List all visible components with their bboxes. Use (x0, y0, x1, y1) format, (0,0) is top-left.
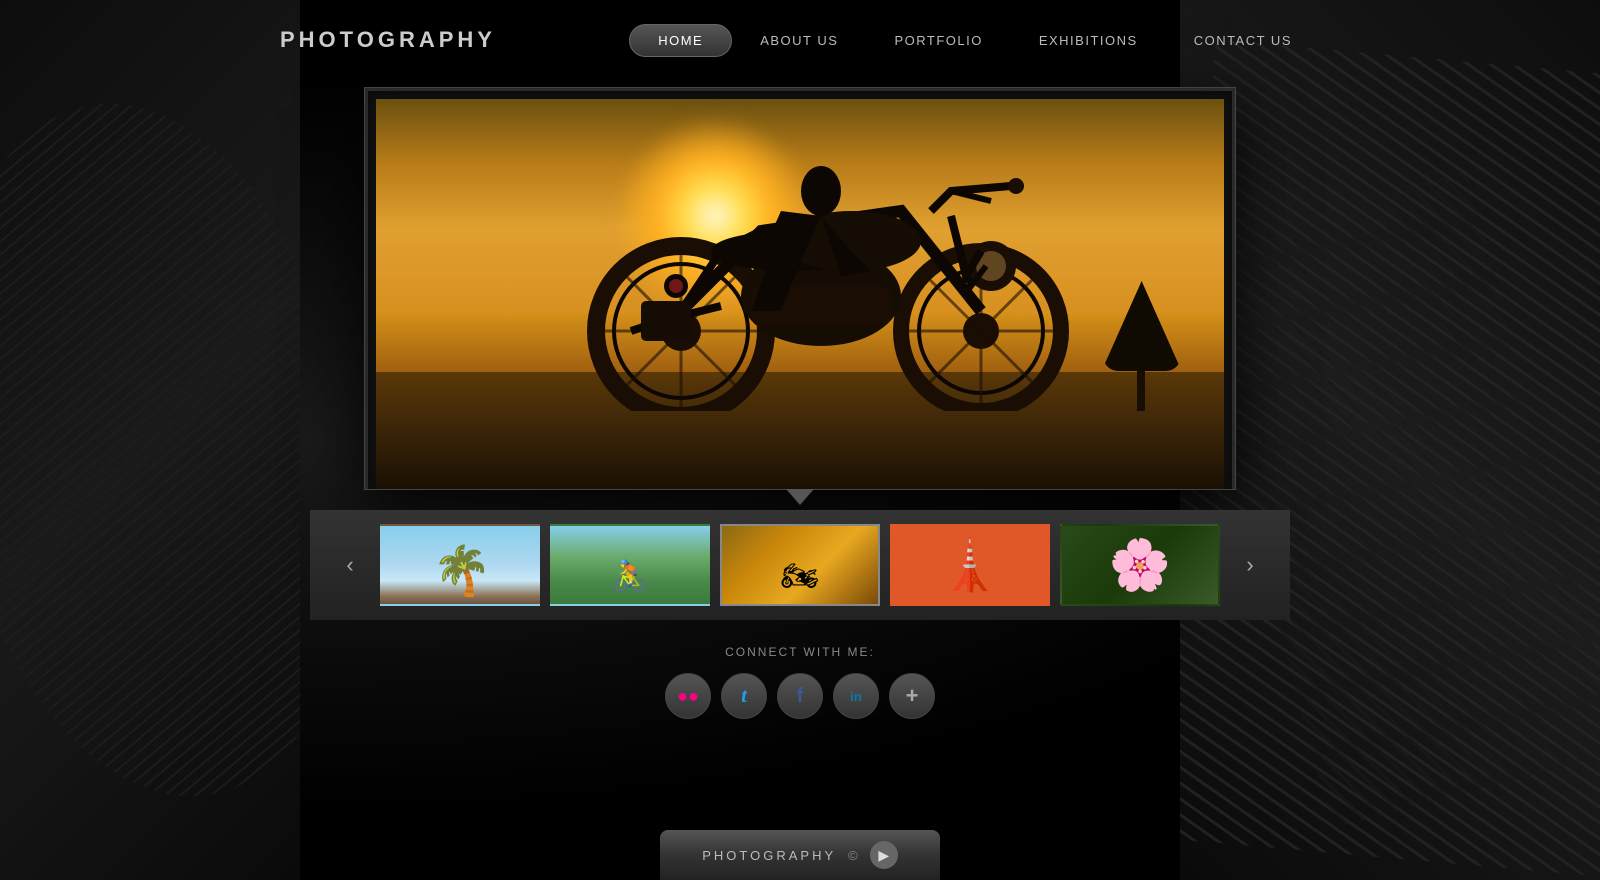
footer-icon-button[interactable]: ▶ (870, 841, 898, 869)
nav-item-portfolio[interactable]: PORTFOLIO (866, 25, 1010, 56)
slideshow-wrapper (365, 88, 1235, 505)
social-plus-button[interactable]: + (889, 673, 935, 719)
thumbnail-strip: ‹ › (310, 510, 1290, 620)
main-slide-image (376, 99, 1224, 489)
social-linkedin-button[interactable]: in (833, 673, 879, 719)
footer-copyright: © (848, 848, 858, 863)
thumbnail-list (380, 524, 1220, 606)
footer-bar: PHOTOGRAPHY © ▶ (660, 830, 940, 880)
footer-arrow-icon: ▶ (878, 847, 889, 864)
thumbnail-1[interactable] (380, 524, 540, 606)
motorcycle-svg (521, 111, 1121, 411)
nav-item-about[interactable]: ABOUT US (732, 25, 866, 56)
connect-section: CONNECT WITH ME: ●● t f in + (665, 645, 935, 719)
bg-right-texture (1180, 0, 1600, 880)
thumbnail-4[interactable] (890, 524, 1050, 606)
thumbnail-3[interactable] (720, 524, 880, 606)
prev-button[interactable]: ‹ (332, 547, 368, 583)
connect-label: CONNECT WITH ME: (725, 645, 875, 659)
nav-item-home[interactable]: HOME (629, 24, 732, 57)
thumbnail-2[interactable] (550, 524, 710, 606)
social-facebook-button[interactable]: f (777, 673, 823, 719)
thumbnail-5[interactable] (1060, 524, 1220, 606)
nav-item-contact[interactable]: CONTACT US (1166, 25, 1320, 56)
slide-scene (376, 99, 1224, 489)
plus-icon: + (906, 683, 919, 709)
main-frame (365, 88, 1235, 489)
social-flickr-button[interactable]: ●● (665, 673, 711, 719)
tree-silhouette (1102, 291, 1182, 411)
social-icons-list: ●● t f in + (665, 673, 935, 719)
facebook-icon: f (797, 685, 804, 708)
twitter-icon: t (741, 685, 747, 708)
motorcycle-container (503, 158, 1139, 412)
nav-item-exhibitions[interactable]: EXHIBITIONS (1011, 25, 1166, 56)
linkedin-icon: in (850, 689, 862, 704)
social-twitter-button[interactable]: t (721, 673, 767, 719)
footer-logo-text: PHOTOGRAPHY (702, 848, 836, 863)
header: PHOTOGRAPHY HOME ABOUT US PORTFOLIO EXHI… (0, 0, 1600, 80)
site-logo: PHOTOGRAPHY (280, 27, 496, 53)
next-button[interactable]: › (1232, 547, 1268, 583)
main-nav: HOME ABOUT US PORTFOLIO EXHIBITIONS CONT… (629, 24, 1320, 57)
bg-left-texture (0, 0, 300, 880)
flickr-icon: ●● (677, 686, 699, 707)
slide-indicator (365, 489, 1235, 505)
